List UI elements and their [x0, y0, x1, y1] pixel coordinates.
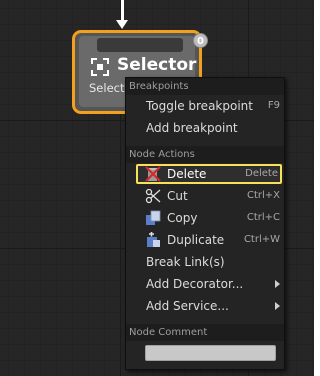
menu-item-shortcut: Ctrl+X: [246, 190, 280, 201]
menu-item-break-links[interactable]: Break Link(s): [136, 252, 282, 272]
menu-item-shortcut: F9: [267, 100, 280, 111]
node-title: Selector: [117, 55, 197, 75]
execution-index-badge: 0: [193, 33, 208, 48]
section-header-node-actions: Node Actions: [126, 146, 284, 163]
menu-item-label: Add breakpoint: [146, 121, 238, 135]
menu-item-shortcut: Delete: [245, 168, 278, 179]
menu-item-add-service[interactable]: Add Service...: [136, 296, 282, 316]
menu-item-cut[interactable]: Cut Ctrl+X: [136, 186, 282, 206]
section-header-node-comment: Node Comment: [126, 324, 284, 341]
node-input-pin[interactable]: [97, 38, 183, 52]
delete-icon: [145, 166, 161, 182]
submenu-arrow-icon: [275, 302, 280, 310]
menu-item-add-decorator[interactable]: Add Decorator...: [136, 274, 282, 294]
section-header-breakpoints: Breakpoints: [126, 78, 284, 95]
menu-item-add-breakpoint[interactable]: Add breakpoint: [136, 118, 282, 138]
menu-item-delete[interactable]: Delete Delete: [136, 164, 282, 184]
menu-item-duplicate[interactable]: Duplicate Ctrl+W: [136, 230, 282, 250]
context-menu: Breakpoints Toggle breakpoint F9 Add bre…: [125, 77, 285, 370]
scissors-icon: [145, 188, 161, 204]
node-comment-input[interactable]: [145, 345, 276, 361]
menu-item-label: Cut: [167, 189, 188, 203]
menu-item-toggle-breakpoint[interactable]: Toggle breakpoint F9: [136, 96, 282, 116]
duplicate-icon: [147, 232, 160, 247]
copy-icon: [146, 210, 161, 225]
menu-item-label: Copy: [167, 211, 198, 225]
menu-item-label: Add Service...: [146, 299, 229, 313]
menu-item-label: Add Decorator...: [146, 277, 244, 291]
menu-item-copy[interactable]: Copy Ctrl+C: [136, 208, 282, 228]
wire-arrow-icon: [116, 20, 128, 29]
selector-icon: [91, 58, 109, 76]
menu-item-shortcut: Ctrl+W: [243, 234, 280, 245]
submenu-arrow-icon: [275, 280, 280, 288]
menu-item-label: Toggle breakpoint: [146, 99, 253, 113]
menu-item-shortcut: Ctrl+C: [246, 212, 280, 223]
menu-item-label: Delete: [167, 167, 207, 181]
menu-item-label: Duplicate: [167, 233, 225, 247]
menu-item-label: Break Link(s): [146, 255, 225, 269]
